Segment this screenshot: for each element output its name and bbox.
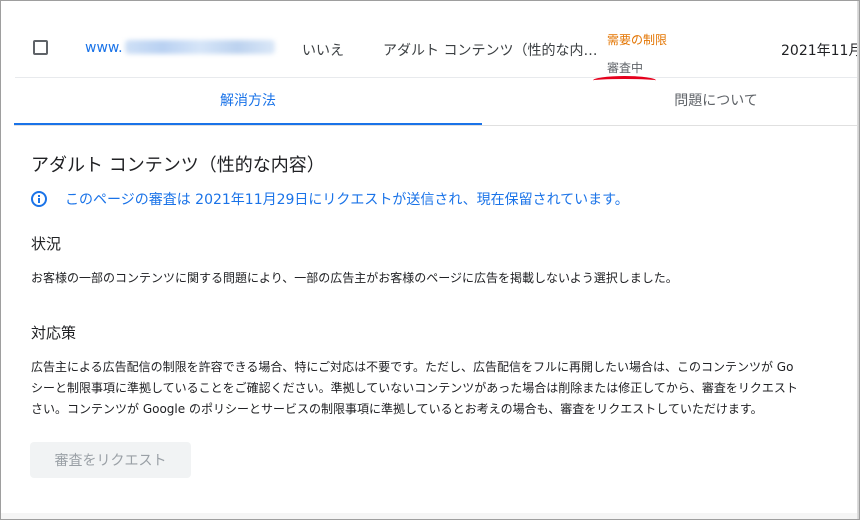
issue-title: アダルト コンテンツ（性的な内容） — [31, 155, 325, 176]
status-text: お客様の一部のコンテンツに関する問題により、一部の広告主がお客様のページに広告を… — [31, 271, 678, 285]
site-url-prefix: www. — [85, 40, 123, 56]
info-message: このページの審査は 2021年11月29日にリクエストが送信され、現在保留されて… — [31, 189, 629, 209]
info-text: このページの審査は 2021年11月29日にリクエストが送信され、現在保留されて… — [65, 192, 629, 208]
category-cell: アダルト コンテンツ（性的な内… — [383, 43, 598, 59]
action-line: シーと制限事項に準拠していることをご確認ください。準拠していないコンテンツがあっ… — [31, 381, 798, 395]
status-review-label: 審査中 — [607, 61, 644, 75]
right-edge-shadow — [857, 1, 859, 519]
request-review-button[interactable]: 審査をリクエスト — [30, 442, 191, 478]
action-heading: 対応策 — [31, 324, 77, 342]
tab-about-issue[interactable]: 問題について — [482, 77, 859, 125]
status-limit-label: 需要の制限 — [607, 33, 668, 47]
status-heading: 状況 — [31, 235, 62, 253]
tab-solution[interactable]: 解消方法 — [14, 77, 482, 125]
row-checkbox[interactable] — [33, 40, 48, 55]
redacted-url — [124, 40, 275, 54]
table-row: www. いいえ アダルト コンテンツ（性的な内… 需要の制限 審査中 2021… — [15, 21, 859, 79]
auto-ads-cell: いいえ — [302, 43, 344, 59]
date-cell: 2021年11月2 — [781, 43, 859, 59]
app-panel: www. いいえ アダルト コンテンツ（性的な内… 需要の制限 審査中 2021… — [0, 0, 860, 520]
tab-bar: 解消方法 問題について — [14, 77, 859, 126]
action-line: 広告主による広告配信の制限を許容できる場合、特にご対応は不要です。ただし、広告配… — [31, 360, 794, 374]
bottom-divider — [1, 513, 859, 519]
action-text: 広告主による広告配信の制限を許容できる場合、特にご対応は不要です。ただし、広告配… — [31, 357, 798, 420]
info-icon — [31, 191, 47, 207]
site-url-link[interactable]: www. — [85, 40, 275, 56]
action-line: さい。コンテンツが Google のポリシーとサービスの制限事項に準拠していると… — [31, 402, 763, 416]
